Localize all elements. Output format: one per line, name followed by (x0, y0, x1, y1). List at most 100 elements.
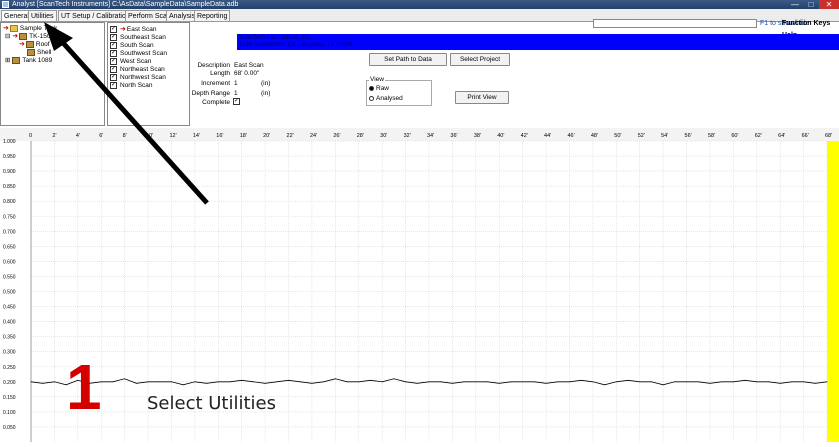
scan-item-south[interactable]: ✓ South Scan (110, 42, 154, 50)
checkbox-icon[interactable]: ✓ (110, 26, 117, 33)
tab-ut-setup-calibration[interactable]: UT Setup / Calibration (58, 10, 133, 21)
thickness-data-point (756, 381, 758, 383)
maximize-button[interactable]: □ (803, 0, 819, 9)
project-tree[interactable]: ➜ Sample Tank ⊟ ➜ TK-1501 ➜ Roof Shell ⊞ Ta… (0, 22, 105, 126)
thickness-data-point (112, 381, 114, 383)
red-arrow-icon: ➜ (19, 41, 25, 49)
complete-checkbox-wrap: ✓ (233, 98, 243, 105)
scan-item-north[interactable]: ✓ North Scan (110, 82, 153, 90)
tree-node-tank-1089[interactable]: ⊞ Tank 1089 (5, 57, 52, 65)
checkbox-icon[interactable]: ✓ (110, 50, 117, 57)
thickness-data-point (686, 381, 687, 383)
thickness-data-point (463, 381, 465, 383)
tree-node-shell[interactable]: Shell (27, 49, 51, 57)
thickness-data-point (323, 381, 325, 383)
thickness-data-point (264, 382, 266, 384)
length-label: Length (210, 70, 230, 77)
y-tick-label: 0.500 (3, 290, 16, 296)
command-input[interactable] (593, 19, 757, 28)
y-tick-label: 0.750 (3, 214, 16, 220)
tab-utilities[interactable]: Utilities (28, 10, 57, 21)
set-path-to-data-button[interactable]: Set Path to Data (369, 53, 447, 66)
tank-icon (25, 41, 34, 48)
thickness-data-point (744, 379, 746, 381)
radio-unselected-icon[interactable] (369, 95, 374, 101)
depth-range-unit: (in) (261, 90, 271, 97)
thickness-data-point (428, 381, 430, 383)
y-tick-label: 0.800 (3, 199, 16, 205)
thickness-data-point (299, 381, 301, 383)
thickness-data-point (545, 382, 547, 384)
x-tick-label: 30' (380, 133, 387, 139)
tree-node-sample-tank[interactable]: ➜ Sample Tank (3, 25, 57, 33)
length-value: 68' 0.00" (234, 70, 260, 77)
x-tick-label: 62' (755, 133, 762, 139)
checkbox-icon[interactable]: ✓ (110, 74, 117, 81)
complete-checkbox[interactable]: ✓ (233, 98, 240, 105)
thickness-data-point (674, 381, 676, 383)
thickness-data-point (662, 384, 664, 386)
select-project-button[interactable]: Select Project (450, 53, 510, 66)
collapse-icon[interactable]: ⊟ (5, 33, 10, 40)
description-value: East Scan (234, 62, 264, 69)
thickness-data-point (405, 381, 406, 383)
thickness-data-point (627, 379, 629, 381)
radio-analysed[interactable]: Analysed (369, 95, 403, 102)
thickness-data-point (124, 378, 126, 380)
scan-end-marker (827, 141, 839, 442)
tree-node-tk-1501[interactable]: ⊟ ➜ TK-1501 (5, 33, 54, 41)
tab-reporting[interactable]: Reporting (194, 10, 231, 21)
y-tick-label: 0.700 (3, 229, 16, 235)
scan-item-northwest[interactable]: ✓ Northwest Scan (110, 74, 166, 82)
checkbox-icon[interactable]: ✓ (110, 34, 117, 41)
radio-raw[interactable]: Raw (369, 85, 389, 92)
x-tick-label: 10' (146, 133, 153, 139)
scan-item-west[interactable]: ✓ West Scan (110, 58, 151, 66)
thickness-data-point (814, 382, 816, 384)
x-tick-label: 20' (263, 133, 270, 139)
x-tick-label: 64' (778, 133, 785, 139)
print-view-button[interactable]: Print View (455, 91, 509, 104)
x-tick-label: 12' (169, 133, 176, 139)
tree-node-roof[interactable]: ➜ Roof (19, 41, 50, 49)
expand-icon[interactable]: ⊞ (5, 57, 10, 64)
checkbox-icon[interactable]: ✓ (110, 58, 117, 65)
x-tick-label: 14' (193, 133, 200, 139)
x-tick-label: 6' (99, 133, 103, 139)
y-tick-label: 0.900 (3, 169, 16, 175)
y-tick-label: 0.100 (3, 410, 16, 416)
x-tick-label: 38' (474, 133, 481, 139)
x-tick-label: 60' (731, 133, 738, 139)
x-tick-label: 16' (216, 133, 223, 139)
close-button[interactable]: ✕ (819, 0, 839, 9)
complete-label: Complete (202, 99, 230, 106)
step-instruction: Select Utilities (147, 393, 276, 414)
radio-selected-icon[interactable] (369, 85, 374, 91)
checkbox-icon[interactable]: ✓ (110, 66, 117, 73)
thickness-data-point (253, 381, 254, 383)
thickness-data-point (803, 381, 804, 383)
checkbox-icon[interactable]: ✓ (110, 82, 117, 89)
scan-list[interactable]: ✓ ➜East Scan ✓ Southeast Scan ✓ South Scan … (107, 22, 190, 126)
thickness-data-point (440, 381, 442, 383)
y-tick-label: 0.600 (3, 259, 16, 265)
scan-item-southeast[interactable]: ✓ Southeast Scan (110, 34, 166, 42)
banner-line-1: ScanTech Instruments, Inc. (239, 35, 312, 41)
thickness-data-point (381, 381, 383, 383)
checkbox-icon[interactable]: ✓ (110, 42, 117, 49)
minimize-button[interactable]: — (787, 0, 803, 9)
company-banner: ScanTech Instruments, Inc. 1234 Somewher… (237, 34, 839, 50)
scan-chart[interactable]: 0 2' 4' 6' 8' 10' 12' 14' 16' 18' 20' 22' 24' 26' 28' 3… (0, 128, 839, 445)
x-tick-label: 56' (685, 133, 692, 139)
scan-item-northeast[interactable]: ✓ Northeast Scan (110, 66, 165, 74)
thickness-data-point (54, 381, 55, 383)
y-tick-label: 0.950 (3, 154, 16, 160)
thickness-data-point (159, 381, 161, 383)
y-tick-label: 0.150 (3, 395, 16, 401)
scan-item-southwest[interactable]: ✓ Southwest Scan (110, 50, 167, 58)
thickness-data-point (522, 381, 524, 383)
thickness-data-point (416, 382, 418, 384)
scan-item-east[interactable]: ✓ ➜East Scan (110, 26, 157, 34)
thickness-data-point (592, 381, 594, 383)
thickness-data-point (768, 381, 769, 383)
